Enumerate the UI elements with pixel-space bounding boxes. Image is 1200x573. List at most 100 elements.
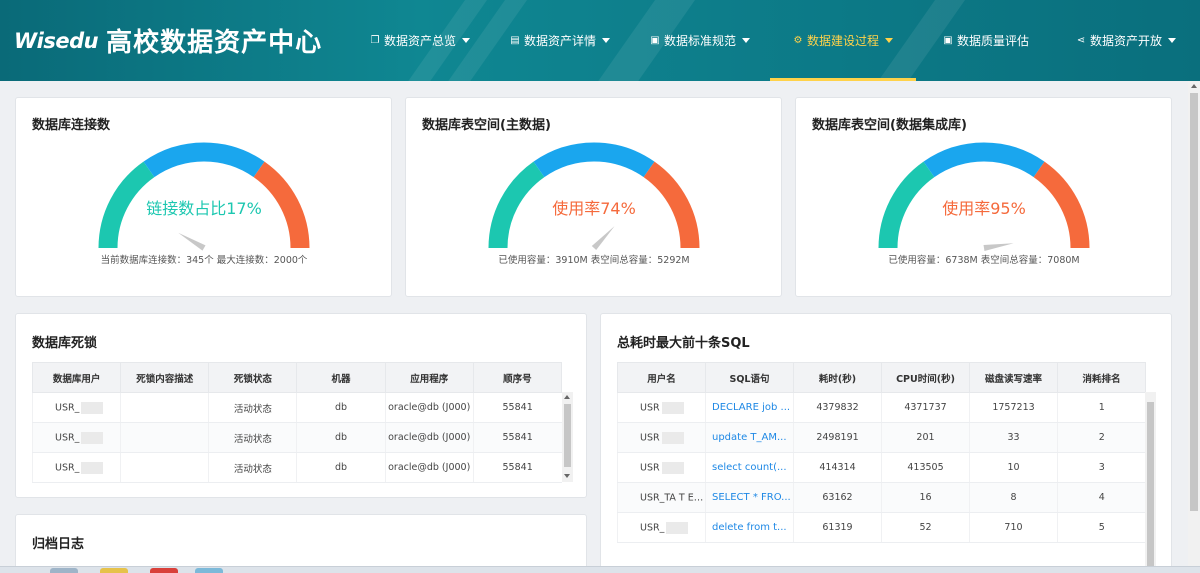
logo-word: Wisedu (14, 28, 99, 53)
chevron-down-icon (742, 38, 750, 43)
table-cell: 52 (881, 512, 970, 543)
table-cell: 活动状态 (208, 392, 297, 423)
column-header[interactable]: 耗时(秒) (793, 362, 882, 393)
taskbar-app-icon[interactable] (195, 568, 223, 573)
table-cell: 2 (1057, 422, 1146, 453)
archive-title: 归档日志 (32, 537, 85, 552)
column-header[interactable]: 数据库用户 (31, 362, 122, 393)
page-scrollbar[interactable] (1188, 81, 1200, 566)
archive-card: 归档日志 (15, 514, 587, 573)
logo[interactable]: Wisedu 高校数据资产中心 (14, 22, 322, 59)
user-name-text: USR_ (55, 402, 80, 413)
table-row[interactable]: USR_ 活动状态 db oracle@db (J000) 55841 (31, 422, 562, 453)
nav-item-5[interactable]: ▣ 数据质量评估 (916, 0, 1056, 81)
deadlock-title: 数据库死锁 (32, 336, 98, 351)
taskbar (0, 566, 1200, 573)
clipboard-icon: ▣ (650, 34, 660, 46)
table-row[interactable]: USR_ 活动状态 db oracle@db (J000) 55841 (31, 392, 562, 423)
table-cell (120, 422, 209, 453)
column-header[interactable]: CPU时间(秒) (881, 362, 970, 393)
table-cell: 55841 (472, 422, 562, 453)
gauge-needle (983, 243, 1014, 251)
nav-item-label: 数据资产总览 (383, 34, 456, 48)
table-cell: USR (617, 452, 706, 483)
table-cell (120, 452, 209, 483)
table-cell[interactable]: SELECT * FRO... (705, 482, 794, 513)
table-cell: 55841 (472, 452, 562, 483)
topsql-table: 用户名 SQL语句 耗时(秒) CPU时间(秒) 磁盘读写速率 消耗排名 USR DECLAR… (617, 362, 1146, 543)
nav-item-label: 数据资产开放 (1089, 34, 1162, 48)
table-cell: 4 (1057, 482, 1146, 513)
table-row[interactable]: USR_ 活动状态 db oracle@db (J000) 55841 (31, 452, 562, 483)
taskbar-app-icon[interactable] (100, 568, 128, 573)
user-name-text: USR_TA T E (640, 492, 694, 503)
user-name-text: USR (640, 432, 660, 443)
redaction-mask (81, 431, 104, 444)
redaction-mask (661, 431, 684, 444)
table-cell: 16 (881, 482, 970, 513)
chevron-down-icon (1168, 38, 1176, 43)
table-cell: db (296, 422, 386, 453)
nav-item-label: 数据质量评估 (956, 34, 1029, 48)
nav-item-4[interactable]: ⚙ 数据建设过程 (770, 0, 916, 81)
nav-item-label: 数据标准规范 (663, 34, 736, 48)
gear-icon: ⚙ (793, 34, 803, 46)
deadlock-scrollbar[interactable] (562, 392, 573, 482)
clipboard-check-icon: ▣ (943, 34, 953, 46)
column-header[interactable]: SQL语句 (705, 362, 794, 393)
table-cell: 710 (969, 512, 1058, 543)
column-header[interactable]: 用户名 (617, 362, 706, 393)
top-header: Wisedu 高校数据资产中心 ❐ 数据资产总览 ▤ 数据资产详情 ▣ 数据标准规范 ⚙ 数据… (0, 0, 1200, 81)
table-cell: 33 (969, 422, 1058, 453)
copy-icon: ❐ (370, 34, 380, 46)
column-header[interactable]: 死锁状态 (208, 362, 298, 393)
nav-item-3[interactable]: ▣ 数据标准规范 (630, 0, 770, 81)
gauge-caption: 已使用容量：6738M 表空间总容量：7080M (888, 255, 1080, 266)
table-cell: 413505 (881, 452, 970, 483)
column-header[interactable]: 死锁内容描述 (120, 362, 210, 393)
gauge-segment-mid (923, 142, 1045, 178)
gauge-needle (178, 232, 206, 251)
table-cell[interactable]: select count(... (705, 452, 794, 483)
column-header[interactable]: 应用程序 (384, 362, 474, 393)
gauge-needle (591, 226, 615, 251)
table-row[interactable]: USR DECLARE job ... 4379832 4371737 1757213 1 (617, 392, 1146, 423)
table-cell: 63162 (793, 482, 882, 513)
user-name-text: USR_ (640, 522, 665, 533)
table-cell: 活动状态 (208, 452, 297, 483)
taskbar-app-icon[interactable] (50, 568, 78, 573)
topsql-scrollbar[interactable] (1145, 392, 1156, 573)
gauge-segment-mid (143, 142, 265, 178)
table-cell: 55841 (472, 392, 562, 423)
gauge-card: 数据库表空间(数据集成库) 使用率95% 已使用容量：6738M 表空间总容量：70… (795, 97, 1172, 297)
redaction-mask (666, 521, 689, 534)
nav-item-1[interactable]: ❐ 数据资产总览 (350, 0, 490, 81)
column-header[interactable]: 顺序号 (472, 362, 563, 393)
table-cell: 5 (1057, 512, 1146, 543)
topsql-card: 总耗时最大前十条SQL 用户名 SQL语句 耗时(秒) CPU时间(秒) 磁盘读写速率消… (600, 313, 1172, 573)
deadlock-table: 数据库用户 死锁内容描述 死锁状态 机器 应用程序 顺序号 USR_ 活动状态 db oracle… (31, 362, 563, 483)
column-header[interactable]: 消耗排名 (1057, 362, 1146, 393)
table-cell: 4379832 (793, 392, 882, 423)
redaction-mask (661, 461, 684, 474)
table-cell[interactable]: DECLARE job ... (705, 392, 794, 423)
taskbar-app-icon[interactable] (150, 568, 178, 573)
table-cell: db (296, 452, 386, 483)
table-cell[interactable]: update T_AM... (705, 422, 794, 453)
table-cell: 1 (1057, 392, 1146, 423)
nav-item-6[interactable]: ⋖ 数据资产开放 (1056, 0, 1196, 81)
column-header[interactable]: 机器 (296, 362, 386, 393)
redaction-mask (661, 401, 684, 414)
table-cell: USR (617, 422, 706, 453)
gauge-value-text: 链接数占比17% (146, 199, 262, 218)
table-row[interactable]: USR_ delete from t... 61319 52 710 5 (617, 512, 1146, 543)
table-cell[interactable]: delete from t... (705, 512, 794, 543)
nav-item-2[interactable]: ▤ 数据资产详情 (490, 0, 630, 81)
table-row[interactable]: USR_TA T E SELECT * FRO... 63162 16 8 4 (617, 482, 1146, 513)
table-row[interactable]: USR select count(... 414314 413505 10 3 (617, 452, 1146, 483)
user-name-text: USR_ (55, 462, 80, 473)
table-row[interactable]: USR update T_AM... 2498191 201 33 2 (617, 422, 1146, 453)
topsql-title: 总耗时最大前十条SQL (617, 336, 750, 351)
column-header[interactable]: 磁盘读写速率 (969, 362, 1058, 393)
table-cell: 414314 (793, 452, 882, 483)
